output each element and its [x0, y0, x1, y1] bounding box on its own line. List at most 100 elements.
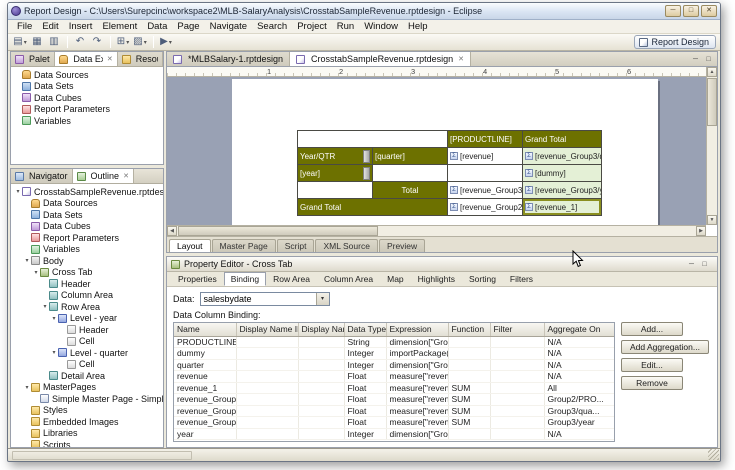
view-tab[interactable]: Navigator — [11, 169, 73, 183]
tree-item[interactable]: Data Sources — [11, 69, 163, 81]
minimize-view-icon[interactable] — [686, 261, 697, 268]
crosstab-cell-year-qtr[interactable]: Year/QTR — [298, 148, 373, 165]
expander-icon[interactable]: ▾ — [50, 349, 58, 356]
expander-icon[interactable]: ▾ — [23, 384, 31, 391]
remove-button[interactable]: Remove — [621, 376, 683, 390]
binding-column-header[interactable]: Filter — [490, 323, 544, 336]
editor-vertical-scrollbar[interactable] — [706, 67, 717, 225]
binding-table-row[interactable]: dummyIntegerimportPackage(...N/A — [174, 348, 614, 360]
new-report-icon[interactable]: ▤▾ — [12, 35, 28, 49]
close-icon[interactable] — [458, 55, 464, 63]
design-canvas[interactable]: [PRODUCTLINE] Grand Total Year/QTR [quar… — [167, 77, 706, 225]
save-icon[interactable]: ▦ — [29, 35, 45, 49]
page-tab[interactable]: Script — [277, 239, 315, 252]
editor-horizontal-scrollbar[interactable] — [167, 225, 706, 236]
binding-column-header[interactable]: Function — [448, 323, 490, 336]
maximize-button[interactable]: □ — [683, 5, 699, 17]
property-editor-tab[interactable]: Highlights — [411, 272, 462, 286]
tree-item[interactable]: Cell — [11, 359, 163, 371]
menu-item[interactable]: Help — [403, 20, 433, 34]
tree-item[interactable]: Styles — [11, 405, 163, 417]
view-tab[interactable]: Data Ex... — [55, 52, 117, 66]
tree-item[interactable]: Data Sets — [11, 209, 163, 221]
expander-icon[interactable]: ▾ — [32, 269, 40, 276]
menu-item[interactable]: Page — [172, 20, 204, 34]
horizontal-scroll-thumb[interactable] — [178, 226, 378, 236]
tree-item[interactable]: Data Cubes — [11, 221, 163, 233]
tree-item[interactable]: Libraries — [11, 428, 163, 440]
tree-item[interactable]: Variables — [11, 115, 163, 127]
crosstab-empty-cell[interactable] — [448, 165, 523, 182]
expander-icon[interactable]: ▾ — [41, 303, 49, 310]
property-editor-tab[interactable]: Column Area — [317, 272, 380, 286]
crosstab-header-grand-total-column[interactable]: Grand Total — [523, 131, 602, 148]
tree-item[interactable]: ▾Row Area — [11, 301, 163, 313]
tree-item[interactable]: Detail Area — [11, 370, 163, 382]
tree-item[interactable]: ▾Cross Tab — [11, 267, 163, 279]
view-tab[interactable]: Resour — [118, 52, 163, 66]
data-explorer-tree[interactable]: Data SourcesData SetsData CubesReport Pa… — [11, 67, 163, 164]
crosstab-cell-revenue-group2-productline[interactable]: [revenue_Group2/P...] — [448, 199, 523, 216]
page-tab[interactable]: XML Source — [315, 239, 377, 252]
chevron-down-icon[interactable] — [316, 293, 329, 305]
binding-column-header[interactable]: Expression — [386, 323, 448, 336]
binding-column-header[interactable]: Aggregate On — [544, 323, 614, 336]
drag-handle-icon[interactable] — [363, 150, 370, 163]
crosstab-cell-total[interactable]: Total — [373, 182, 448, 199]
tree-item[interactable]: ▾MasterPages — [11, 382, 163, 394]
menu-item[interactable]: Run — [332, 20, 359, 34]
tree-item[interactable]: ▾CrosstabSampleRevenue.rptdesign — [11, 186, 163, 198]
crosstab-header-productline[interactable]: [PRODUCTLINE] — [448, 131, 523, 148]
page-tab[interactable]: Preview — [379, 239, 425, 252]
binding-table-row[interactable]: PRODUCTLINEStringdimension["Gro...N/A — [174, 336, 614, 348]
scroll-up-icon[interactable] — [707, 67, 717, 77]
add-button[interactable]: Add... — [621, 322, 683, 336]
maximize-editor-icon[interactable] — [703, 56, 714, 63]
preview-report-icon[interactable]: ▶▾ — [158, 35, 174, 49]
tree-item[interactable]: Simple Master Page - Simple MasterP... — [11, 393, 163, 405]
tree-item[interactable]: Embedded Images — [11, 416, 163, 428]
vertical-scroll-thumb[interactable] — [707, 78, 717, 126]
binding-table-row[interactable]: revenueFloatmeasure["reven...N/A — [174, 371, 614, 383]
property-editor-tab[interactable]: Sorting — [462, 272, 503, 286]
crosstab-cell-revenue[interactable]: [revenue] — [448, 148, 523, 165]
view-tab[interactable]: Outline — [73, 169, 134, 183]
tree-item[interactable]: Cell — [11, 336, 163, 348]
scroll-left-icon[interactable] — [167, 226, 177, 236]
titlebar[interactable]: Report Design - C:\Users\Surepcinc\works… — [8, 3, 720, 20]
resize-grip-icon[interactable] — [708, 449, 719, 460]
tree-item[interactable]: Data Cubes — [11, 92, 163, 104]
binding-table-row[interactable]: yearIntegerdimension["Gro...N/A — [174, 428, 614, 440]
redo-icon[interactable]: ↷ — [89, 35, 105, 49]
crosstab-empty-cell[interactable] — [298, 182, 373, 199]
menu-item[interactable]: Project — [292, 20, 332, 34]
view-tab[interactable]: Palette — [11, 52, 55, 66]
page-tab[interactable]: Master Page — [212, 239, 276, 252]
crosstab-cell-revenue-group3-year[interactable]: [revenue_Group3/y...] — [448, 182, 523, 199]
tree-item[interactable]: Report Parameters — [11, 104, 163, 116]
maximize-view-icon[interactable] — [699, 261, 710, 268]
crosstab-cell-grand-total-row[interactable]: Grand Total — [298, 199, 448, 216]
binding-table-row[interactable]: quarterIntegerdimension["Gro...N/A — [174, 359, 614, 371]
tree-item[interactable]: Scripts — [11, 439, 163, 447]
menu-item[interactable]: Element — [97, 20, 142, 34]
crosstab-cell-revenue-group3-year-total[interactable]: [revenue_Group3/y...] — [523, 182, 602, 199]
binding-column-header[interactable]: Display Name ID — [236, 323, 298, 336]
binding-table-row[interactable]: revenue_Group2/...Floatmeasure["reven...… — [174, 394, 614, 406]
property-editor-tab[interactable]: Properties — [171, 272, 224, 286]
tree-item[interactable]: Data Sources — [11, 198, 163, 210]
print-icon[interactable]: ▥ — [46, 35, 62, 49]
tree-item[interactable]: Report Parameters — [11, 232, 163, 244]
binding-table-row[interactable]: revenue_Group3/...Floatmeasure["reven...… — [174, 417, 614, 429]
crosstab-corner-cell[interactable] — [298, 131, 448, 148]
expander-icon[interactable]: ▾ — [50, 315, 58, 322]
binding-column-header[interactable]: Name — [174, 323, 236, 336]
page-tab[interactable]: Layout — [169, 239, 211, 252]
expander-icon[interactable]: ▾ — [23, 257, 31, 264]
insert-element-icon[interactable]: ⊞▾ — [115, 35, 131, 49]
binding-table-row[interactable]: revenue_Group3/...Floatmeasure["reven...… — [174, 405, 614, 417]
crosstab-cell-quarter[interactable]: [quarter] — [373, 148, 448, 165]
scroll-down-icon[interactable] — [707, 215, 717, 225]
style-icon[interactable]: ▨▾ — [132, 35, 148, 49]
menu-item[interactable]: Search — [252, 20, 292, 34]
